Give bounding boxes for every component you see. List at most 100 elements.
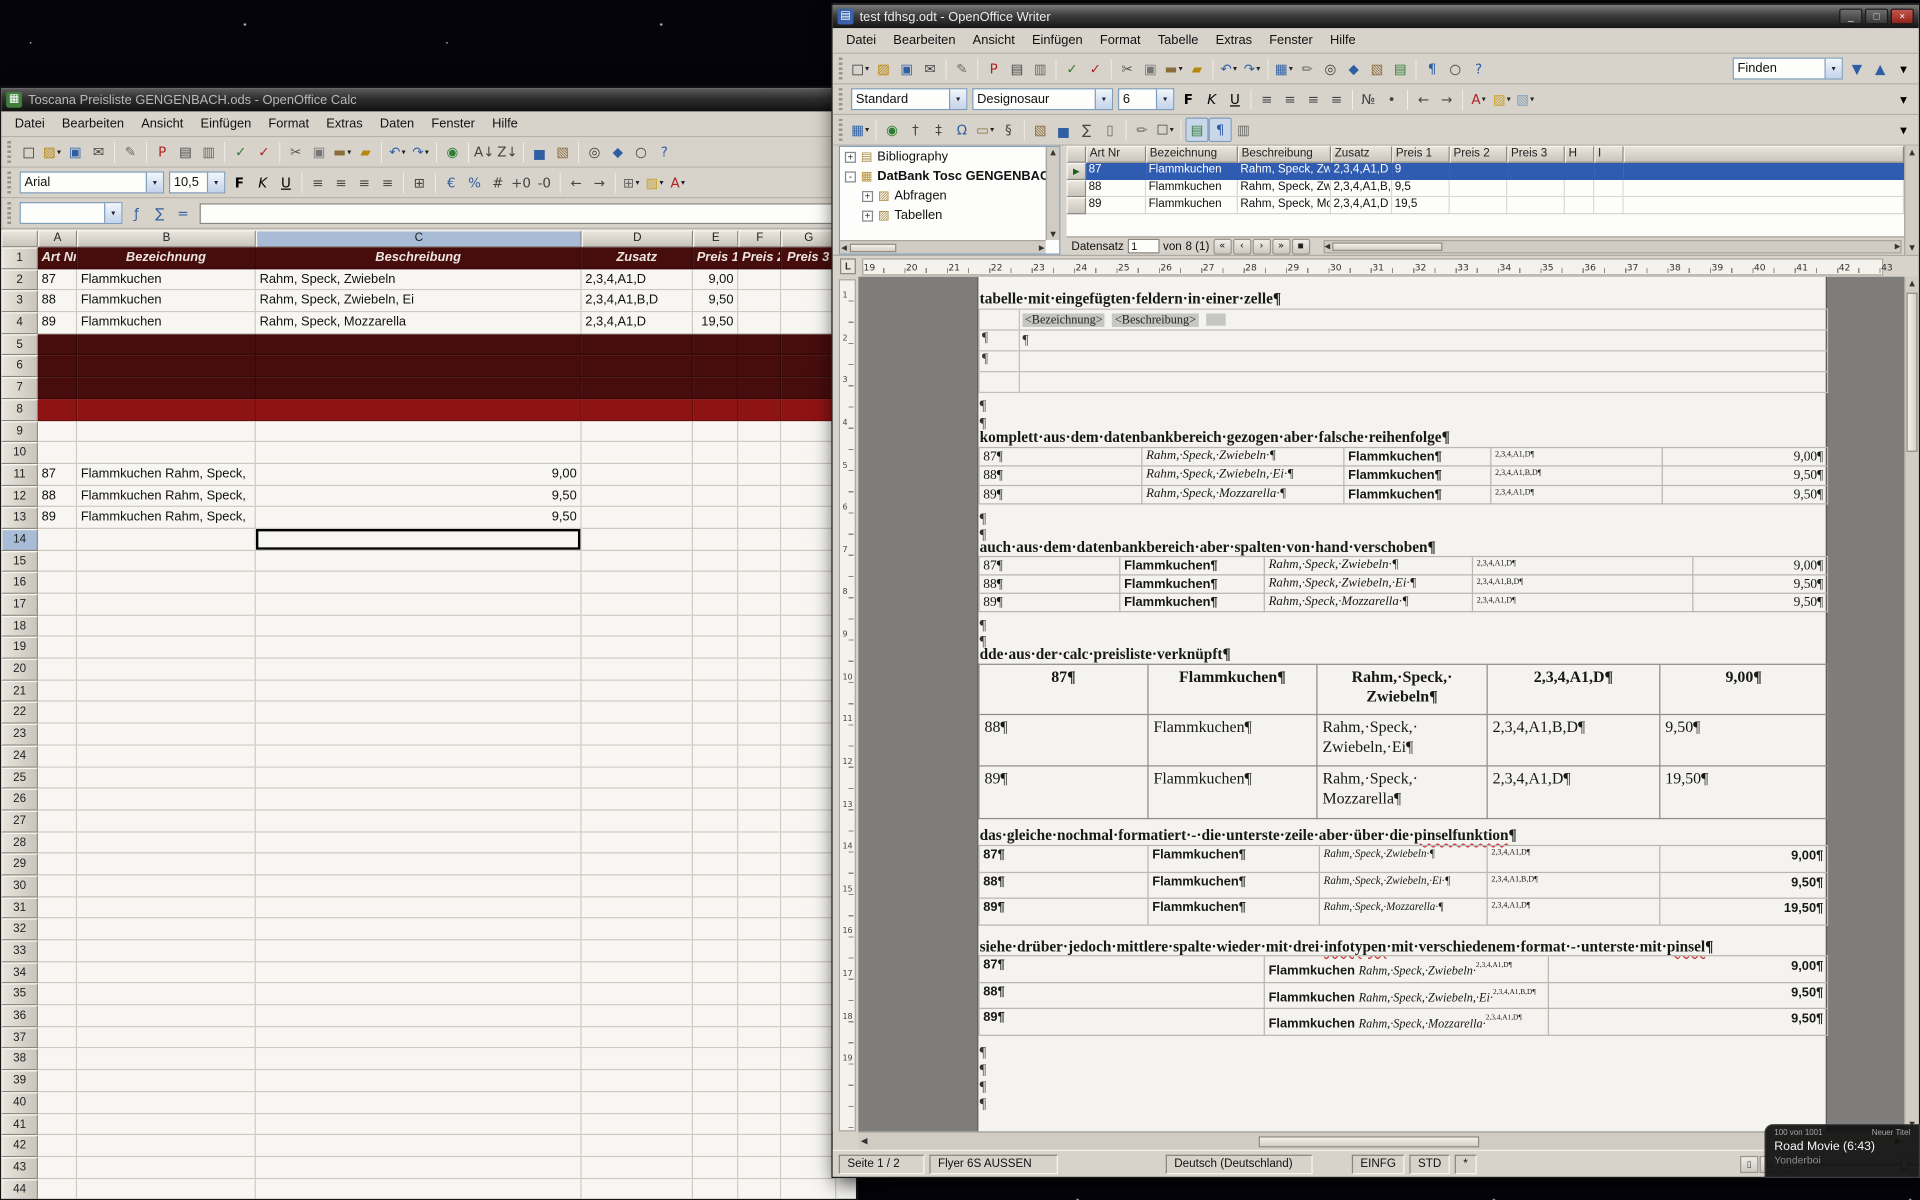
nonprinting-characters-icon[interactable]: ¶ (1420, 56, 1443, 80)
cell-G19[interactable] (781, 637, 836, 659)
cell-G37[interactable] (781, 1027, 836, 1049)
page-preview-icon[interactable]: ▥ (1029, 56, 1052, 80)
cell-E32[interactable] (693, 919, 738, 941)
align-justified-icon[interactable]: ≡ (1325, 87, 1348, 111)
cell-B20[interactable] (77, 659, 256, 681)
field-placeholder[interactable] (1206, 313, 1226, 325)
row-header-22[interactable]: 22 (1, 702, 38, 724)
decrease-indent-icon[interactable]: ← (564, 170, 587, 194)
toolbar-options-icon[interactable]: ▾ (1892, 56, 1915, 80)
db-table-shifted-cell[interactable]: Flammkuchen¶ (1120, 594, 1264, 612)
cell-C18[interactable] (256, 616, 582, 638)
bold-icon[interactable]: F (1177, 87, 1200, 111)
cell-C37[interactable] (256, 1027, 582, 1049)
ds-cell[interactable]: 2,3,4,A1,B, (1331, 180, 1392, 197)
column-header-D[interactable]: D (582, 230, 693, 247)
row-header-44[interactable]: 44 (1, 1179, 38, 1199)
cell-F2[interactable] (738, 269, 781, 291)
tab-stop-selector[interactable]: L (840, 258, 856, 274)
cell-B23[interactable] (77, 724, 256, 746)
align-justified-icon[interactable]: ≡ (376, 170, 399, 194)
nonprinting-characters-icon[interactable]: ¶ (1209, 118, 1232, 142)
cell-D28[interactable] (582, 832, 693, 854)
function-wizard-icon[interactable]: ƒ (125, 201, 148, 225)
cell-A30[interactable] (38, 875, 77, 897)
cell-B36[interactable] (77, 1005, 256, 1027)
cell-C21[interactable] (256, 681, 582, 703)
cell-D18[interactable] (582, 616, 693, 638)
cell-B35[interactable] (77, 984, 256, 1006)
db-table-shifted-cell[interactable]: 89¶ (980, 594, 1121, 612)
scroll-right-icon[interactable]: ▶ (1895, 242, 1901, 251)
cell-A38[interactable] (38, 1049, 77, 1071)
formula-input[interactable] (200, 203, 847, 224)
calc-menu-daten[interactable]: Daten (371, 114, 422, 134)
data-sources-icon[interactable]: ▤ (1389, 56, 1412, 80)
ds-cell[interactable] (1507, 163, 1565, 180)
cell-D3[interactable]: 2,3,4,A1,B,D (582, 291, 693, 313)
cell-C36[interactable] (256, 1005, 582, 1027)
dde-table-cell[interactable]: 89¶ (980, 767, 1149, 820)
cell-B11[interactable]: Flammkuchen Rahm, Speck, (77, 464, 256, 486)
scroll-thumb[interactable] (849, 243, 896, 252)
cell-G40[interactable] (781, 1092, 836, 1114)
cell-D32[interactable] (582, 919, 693, 941)
row-header-18[interactable]: 18 (1, 616, 38, 638)
db-table-shifted-cell[interactable]: 88¶ (980, 576, 1121, 594)
ds-cell[interactable]: 88 (1086, 180, 1146, 197)
db-table-cell[interactable]: Flammkuchen¶ (1344, 467, 1491, 486)
cell-G31[interactable] (781, 897, 836, 919)
cell-E27[interactable] (693, 810, 738, 832)
row-header-20[interactable]: 20 (1, 659, 38, 681)
scroll-up-icon[interactable]: ▲ (1050, 148, 1056, 157)
cell-G15[interactable] (781, 551, 836, 573)
db-table-cell[interactable]: Flammkuchen¶ (1344, 448, 1491, 467)
db-table-shifted-cell[interactable]: Rahm,·Speck,·Mozzarella·¶ (1265, 594, 1473, 612)
edit-file-icon[interactable]: ✎ (119, 140, 142, 164)
ds-cell[interactable] (1565, 180, 1594, 197)
chevron-down-icon[interactable]: ▾ (1095, 89, 1112, 109)
cell-B12[interactable]: Flammkuchen Rahm, Speck, (77, 486, 256, 508)
row-header-23[interactable]: 23 (1, 724, 38, 746)
writer-menu-datei[interactable]: Datei (838, 31, 885, 51)
row-header-40[interactable]: 40 (1, 1092, 38, 1114)
cell-G12[interactable] (781, 486, 836, 508)
ds-cell[interactable]: 87 (1086, 163, 1146, 180)
spellcheck-icon[interactable]: ✓ (229, 140, 252, 164)
ds-cell[interactable] (1450, 180, 1508, 197)
cell-B18[interactable] (77, 616, 256, 638)
db-table-shifted-cell[interactable]: 9,00¶ (1693, 557, 1828, 575)
cell-D13[interactable] (582, 507, 693, 529)
dropdown-arrow-icon[interactable]: ▾ (1482, 94, 1486, 104)
sum-icon[interactable]: ∑ (148, 201, 171, 225)
cell-F30[interactable] (738, 875, 781, 897)
cell-G30[interactable] (781, 875, 836, 897)
cell-G18[interactable] (781, 616, 836, 638)
cell-E38[interactable] (693, 1049, 738, 1071)
calc-menu-einfügen[interactable]: Einfügen (192, 114, 260, 134)
dropdown-arrow-icon[interactable]: ▾ (1256, 64, 1260, 74)
cell-B38[interactable] (77, 1049, 256, 1071)
dropdown-arrow-icon[interactable]: ▾ (57, 147, 61, 157)
cell-C19[interactable] (256, 637, 582, 659)
highlighting-icon[interactable]: ▨▾ (1490, 87, 1513, 111)
db-table-shifted-cell[interactable]: 9,50¶ (1693, 576, 1828, 594)
cell-E34[interactable] (693, 962, 738, 984)
status-language[interactable]: Deutsch (Deutschland) (1166, 1154, 1313, 1174)
calc-menu-bearbeiten[interactable]: Bearbeiten (53, 114, 132, 134)
cell-C25[interactable] (256, 767, 582, 789)
page-preview-icon[interactable]: ▥ (197, 140, 220, 164)
increase-indent-icon[interactable]: → (588, 170, 611, 194)
scroll-right-icon[interactable]: ▶ (1039, 243, 1045, 252)
cell-G17[interactable] (781, 594, 836, 616)
formatted-table-cell[interactable]: Flammkuchen¶ (1149, 846, 1320, 872)
cell-C44[interactable] (256, 1179, 582, 1199)
cell-F36[interactable] (738, 1005, 781, 1027)
export-pdf-icon[interactable]: P (151, 140, 174, 164)
save-icon[interactable]: ▣ (64, 140, 87, 164)
ds-vertical-scrollbar[interactable]: ▲▼ (1904, 146, 1919, 255)
ds-column-header-Zusatz[interactable]: Zusatz (1331, 146, 1392, 163)
ds-cell[interactable]: 9,5 (1392, 180, 1450, 197)
cell-C34[interactable] (256, 962, 582, 984)
cell-A36[interactable] (38, 1005, 77, 1027)
